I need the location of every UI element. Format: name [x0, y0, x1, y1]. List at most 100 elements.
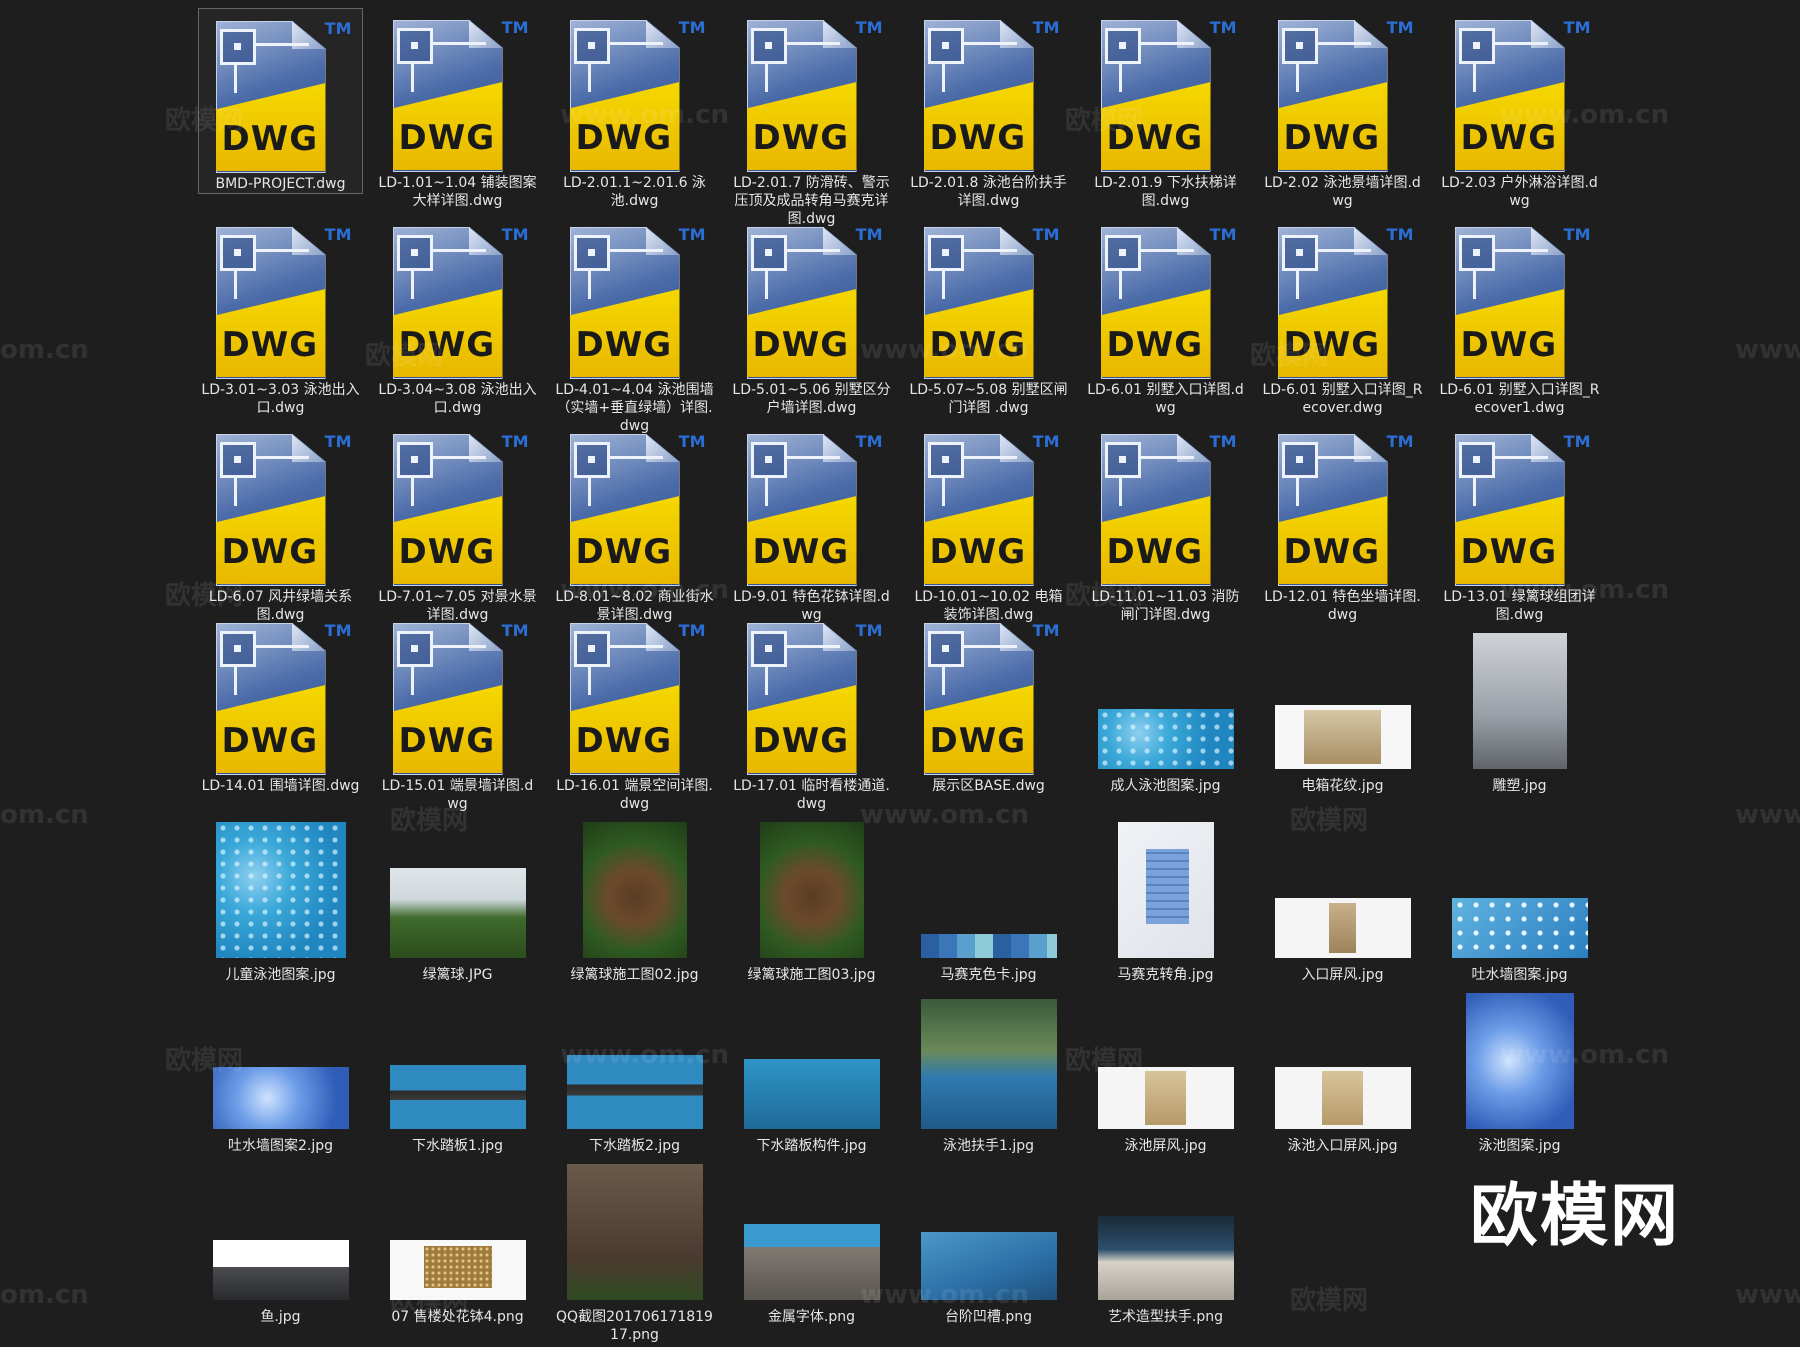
dwg-file-item[interactable]: DWG TM LD-12.01 特色坐墙详图.dwg	[1260, 422, 1425, 624]
metal-font-thumbnail	[743, 1224, 880, 1300]
dwg-file-item[interactable]: DWG TM LD-2.01.7 防滑砖、警示压顶及成品转角马赛克详图.dwg	[729, 8, 894, 228]
trademark-mark: TM	[1209, 432, 1237, 451]
image-file-item[interactable]: 鱼.jpg	[198, 1142, 363, 1326]
dwg-file-icon: DWG TM	[737, 219, 887, 379]
image-file-item[interactable]: 绿篱球.JPG	[375, 800, 540, 984]
image-file-item[interactable]: 绿篱球施工图03.jpg	[729, 800, 894, 984]
dwg-file-item[interactable]: DWG TM LD-2.01.9 下水扶梯详图.dwg	[1083, 8, 1248, 210]
dwg-file-icon: DWG TM	[383, 12, 533, 172]
image-file-item[interactable]: 艺术造型扶手.png	[1083, 1142, 1248, 1326]
image-file-item[interactable]: 马赛克转角.jpg	[1083, 800, 1248, 984]
image-file-item[interactable]: 吐水墙图案2.jpg	[198, 971, 363, 1155]
image-file-item[interactable]: 泳池屏风.jpg	[1083, 971, 1248, 1155]
file-name-label: LD-2.01.9 下水扶梯详图.dwg	[1094, 175, 1237, 209]
dwg-file-item[interactable]: DWG TM LD-3.01~3.03 泳池出入口.dwg	[198, 215, 363, 417]
fish-sculpture-thumbnail	[212, 1240, 349, 1300]
dwg-file-icon: DWG TM	[1445, 219, 1595, 379]
file-name-label: 泳池入口屏风.jpg	[1287, 1138, 1398, 1154]
file-thumbnail: DWG TM	[729, 426, 894, 586]
file-thumbnail	[1437, 804, 1602, 964]
image-file-item[interactable]: 泳池扶手1.jpg	[906, 971, 1071, 1155]
image-file-item[interactable]: 台阶凹槽.png	[906, 1142, 1071, 1326]
file-name-label: LD-3.01~3.03 泳池出入口.dwg	[201, 382, 360, 416]
dwg-file-item[interactable]: DWG TM LD-6.01 别墅入口详图_Recover.dwg	[1260, 215, 1425, 417]
trademark-mark: TM	[1032, 621, 1060, 640]
dwg-file-icon: DWG TM	[1445, 426, 1595, 586]
file-thumbnail	[1083, 975, 1248, 1135]
step-board-thumbnail	[566, 1055, 703, 1129]
dwg-file-item[interactable]: DWG TM LD-7.01~7.05 对景水景详图.dwg	[375, 422, 540, 624]
trademark-mark: TM	[324, 621, 352, 640]
dwg-file-item[interactable]: DWG TM LD-8.01~8.02 商业街水景详图.dwg	[552, 422, 717, 624]
dwg-file-item[interactable]: DWG TM LD-17.01 临时看楼通道.dwg	[729, 611, 894, 813]
image-file-item[interactable]: 泳池入口屏风.jpg	[1260, 971, 1425, 1155]
dwg-file-item[interactable]: DWG TM LD-9.01 特色花钵详图.dwg	[729, 422, 894, 624]
file-thumbnail	[1260, 975, 1425, 1135]
file-thumbnail: DWG TM	[198, 13, 363, 173]
dwg-file-icon: DWG TM	[560, 219, 710, 379]
dwg-file-item[interactable]: DWG TM LD-6.01 别墅入口详图_Recover1.dwg	[1437, 215, 1602, 417]
image-file-item[interactable]: 电箱花纹.jpg	[1260, 611, 1425, 795]
dwg-file-item[interactable]: DWG TM LD-3.04~3.08 泳池出入口.dwg	[375, 215, 540, 417]
dwg-file-item[interactable]: DWG TM LD-1.01~1.04 铺装图案大样详图.dwg	[375, 8, 540, 210]
dwg-file-item[interactable]: DWG TM LD-14.01 围墙详图.dwg	[198, 611, 363, 795]
dwg-text: DWG	[575, 325, 673, 365]
dwg-text: DWG	[1283, 118, 1381, 158]
file-name-label: 泳池图案.jpg	[1478, 1138, 1561, 1154]
dwg-file-item[interactable]: DWG TM LD-6.01 别墅入口详图.dwg	[1083, 215, 1248, 417]
image-file-item[interactable]: 雕塑.jpg	[1437, 611, 1602, 795]
file-thumbnail: DWG TM	[375, 426, 540, 586]
dwg-file-icon: DWG TM	[1268, 219, 1418, 379]
dwg-file-item[interactable]: DWG TM LD-5.01~5.06 别墅区分户墙详图.dwg	[729, 215, 894, 417]
image-file-item[interactable]: 马赛克色卡.jpg	[906, 800, 1071, 984]
file-name-label: LD-5.01~5.06 别墅区分户墙详图.dwg	[732, 382, 891, 416]
dwg-text: DWG	[221, 532, 319, 572]
image-file-item[interactable]: 下水踏板1.jpg	[375, 971, 540, 1155]
image-file-item[interactable]: 下水踏板2.jpg	[552, 971, 717, 1155]
trademark-mark: TM	[1209, 18, 1237, 37]
image-file-item[interactable]: 成人泳池图案.jpg	[1083, 611, 1248, 795]
pool-pattern-thumbnail	[1465, 993, 1574, 1129]
file-thumbnail: DWG TM	[1260, 426, 1425, 586]
dwg-file-item[interactable]: DWG TM LD-4.01~4.04 泳池围墙（实墙+垂直绿墙）详图.dwg	[552, 215, 717, 435]
file-thumbnail: DWG TM	[375, 615, 540, 775]
dwg-text: DWG	[1283, 532, 1381, 572]
image-file-item[interactable]: 下水踏板构件.jpg	[729, 971, 894, 1155]
image-file-item[interactable]: 泳池图案.jpg	[1437, 971, 1602, 1155]
dwg-file-item[interactable]: DWG TM LD-2.03 户外淋浴详图.dwg	[1437, 8, 1602, 210]
dwg-file-item[interactable]: DWG TM BMD-PROJECT.dwg	[198, 8, 363, 194]
image-file-item[interactable]: QQ截图20170617181917.png	[552, 1142, 717, 1344]
image-file-item[interactable]: 入口屏风.jpg	[1260, 800, 1425, 984]
dwg-file-item[interactable]: DWG TM LD-10.01~10.02 电箱装饰详图.dwg	[906, 422, 1071, 624]
dwg-file-item[interactable]: DWG TM LD-11.01~11.03 消防闸门详图.dwg	[1083, 422, 1248, 624]
dwg-file-icon: DWG TM	[1091, 219, 1241, 379]
trademark-mark: TM	[501, 621, 529, 640]
dwg-file-item[interactable]: DWG TM LD-15.01 端景墙详图.dwg	[375, 611, 540, 813]
file-thumbnail	[1260, 615, 1425, 775]
file-thumbnail: DWG TM	[375, 219, 540, 379]
dwg-text: DWG	[1460, 325, 1558, 365]
dwg-file-item[interactable]: DWG TM LD-6.07 风井绿墙关系图.dwg	[198, 422, 363, 624]
image-file-item[interactable]: 儿童泳池图案.jpg	[198, 800, 363, 984]
image-file-item[interactable]: 金属字体.png	[729, 1142, 894, 1326]
trademark-mark: TM	[501, 432, 529, 451]
dwg-file-item[interactable]: DWG TM LD-2.01.1~2.01.6 泳池.dwg	[552, 8, 717, 210]
file-thumbnail: DWG TM	[375, 12, 540, 172]
construction-photo-thumbnail	[759, 822, 864, 958]
dwg-file-item[interactable]: DWG TM LD-13.01 绿篱球组团详图.dwg	[1437, 422, 1602, 624]
image-file-item[interactable]: 吐水墙图案.jpg	[1437, 800, 1602, 984]
dwg-file-item[interactable]: DWG TM 展示区BASE.dwg	[906, 611, 1071, 795]
image-file-item[interactable]: 07 售楼处花钵4.png	[375, 1142, 540, 1326]
trademark-mark: TM	[1563, 432, 1591, 451]
file-thumbnail	[729, 804, 894, 964]
image-file-item[interactable]: 绿篱球施工图02.jpg	[552, 800, 717, 984]
dwg-file-item[interactable]: DWG TM LD-2.02 泳池景墙详图.dwg	[1260, 8, 1425, 210]
trademark-mark: TM	[1563, 18, 1591, 37]
screen-thumbnail	[1097, 1067, 1234, 1129]
dwg-text: DWG	[1283, 325, 1381, 365]
dwg-file-item[interactable]: DWG TM LD-2.01.8 泳池台阶扶手详图.dwg	[906, 8, 1071, 210]
dwg-file-icon: DWG TM	[737, 426, 887, 586]
dwg-file-item[interactable]: DWG TM LD-5.07~5.08 别墅区闸门详图 .dwg	[906, 215, 1071, 417]
file-name-label: LD-2.02 泳池景墙详图.dwg	[1264, 175, 1421, 209]
dwg-file-item[interactable]: DWG TM LD-16.01 端景空间详图.dwg	[552, 611, 717, 813]
